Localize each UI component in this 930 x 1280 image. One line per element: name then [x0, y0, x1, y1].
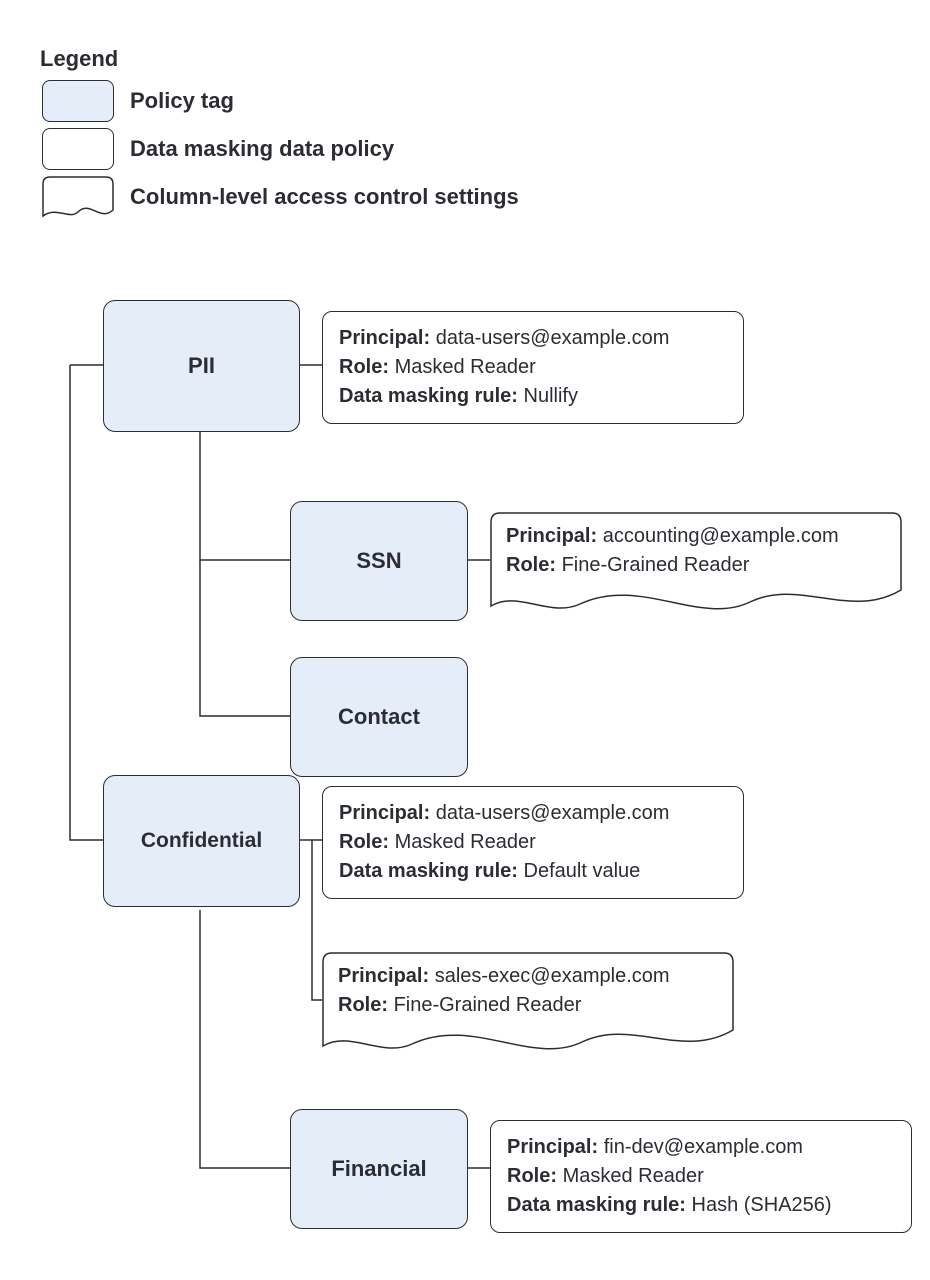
policy-tag-ssn-label: SSN	[356, 548, 401, 574]
policy-tag-financial: Financial	[290, 1109, 468, 1229]
policy-tag-pii: PII	[103, 300, 300, 432]
diagram-canvas: Legend Policy tag Data masking data poli…	[0, 0, 930, 1280]
data-policy-card-financial: Principal: fin-dev@example.com Role: Mas…	[490, 1120, 912, 1233]
column-access-card-ssn: Principal: accounting@example.com Role: …	[490, 512, 902, 614]
policy-tag-pii-label: PII	[188, 353, 215, 379]
tree-connectors	[0, 0, 930, 1280]
data-policy-card-confidential-1: Principal: data-users@example.com Role: …	[322, 786, 744, 899]
policy-tag-ssn: SSN	[290, 501, 468, 621]
policy-tag-confidential: Confidential	[103, 775, 300, 907]
policy-tag-confidential-label: Confidential	[141, 829, 262, 853]
policy-tag-contact: Contact	[290, 657, 468, 777]
data-policy-card-pii: Principal: data-users@example.com Role: …	[322, 311, 744, 424]
policy-tag-contact-label: Contact	[338, 704, 420, 730]
policy-tag-financial-label: Financial	[331, 1156, 426, 1182]
column-access-card-confidential: Principal: sales-exec@example.com Role: …	[322, 952, 734, 1054]
